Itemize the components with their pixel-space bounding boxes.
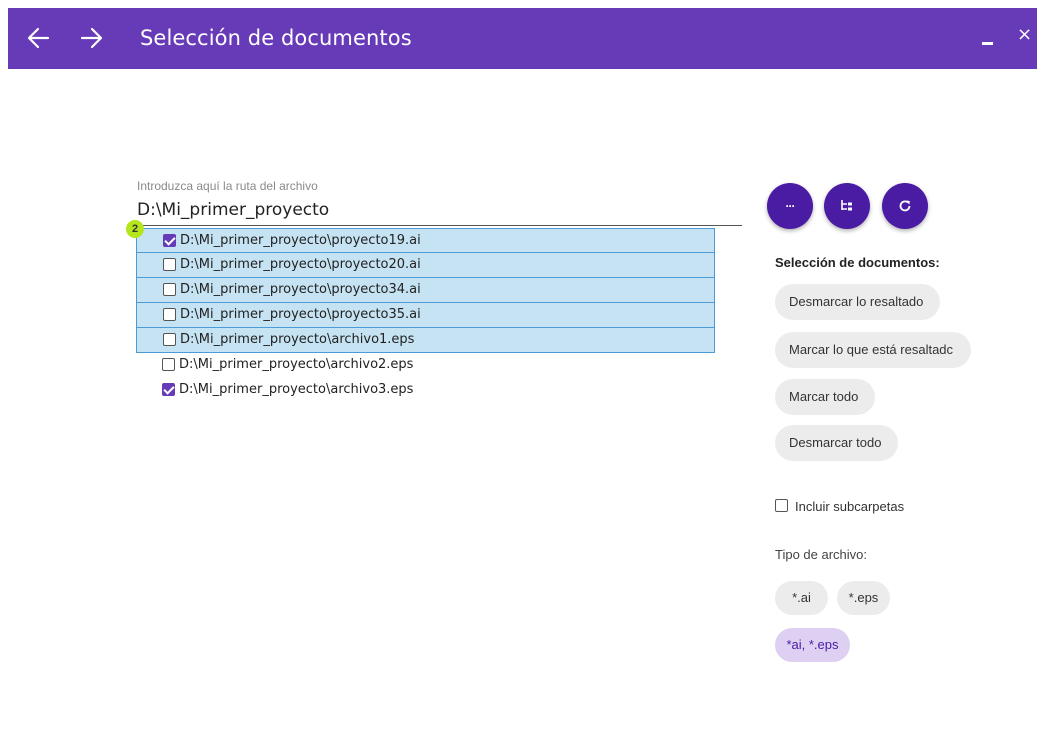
refresh-icon — [899, 200, 911, 212]
minimize-button[interactable] — [980, 28, 996, 50]
subfolders-checkbox-box[interactable] — [775, 499, 788, 512]
close-button[interactable]: × — [1017, 24, 1037, 50]
path-field-label: Introduzca aquí la ruta del archivo — [137, 179, 318, 193]
file-checkbox[interactable] — [162, 358, 175, 371]
arrow-left-icon — [27, 27, 50, 49]
file-type-eps-chip[interactable]: *.eps — [837, 581, 890, 615]
include-subfolders-label: Incluir subcarpetas — [795, 499, 905, 514]
file-row[interactable]: D:\Mi_primer_proyecto\archivo1.eps — [136, 328, 715, 353]
file-checkbox[interactable] — [163, 333, 176, 346]
mark-highlighted-button[interactable]: Marcar lo que está resaltadc — [775, 332, 971, 368]
unmark-all-button[interactable]: Desmarcar todo — [775, 425, 898, 461]
file-name: D:\Mi_primer_proyecto\proyecto35.ai — [180, 307, 421, 322]
file-name: D:\Mi_primer_proyecto\proyecto19.ai — [180, 233, 421, 248]
file-row[interactable]: D:\Mi_primer_proyecto\proyecto34.ai — [136, 278, 715, 303]
file-row[interactable]: D:\Mi_primer_proyecto\proyecto35.ai — [136, 303, 715, 328]
file-name: D:\Mi_primer_proyecto\archivo2.eps — [179, 357, 414, 372]
unmark-highlighted-button[interactable]: Desmarcar lo resaltado — [775, 284, 940, 320]
folder-tree-icon — [841, 200, 852, 211]
window-top-margin — [0, 0, 1037, 8]
file-checkbox[interactable] — [163, 308, 176, 321]
file-row[interactable]: D:\Mi_primer_proyecto\proyecto19.ai — [136, 228, 715, 253]
file-name: D:\Mi_primer_proyecto\archivo3.eps — [179, 382, 414, 397]
file-name: D:\Mi_primer_proyecto\proyecto34.ai — [180, 282, 421, 297]
file-row[interactable]: D:\Mi_primer_proyecto\archivo3.eps — [136, 378, 715, 403]
forward-button[interactable] — [72, 20, 112, 56]
refresh-button[interactable] — [882, 183, 928, 229]
file-checkbox[interactable] — [163, 234, 176, 247]
file-type-label: Tipo de archivo: — [775, 547, 868, 562]
file-checkbox[interactable] — [163, 283, 176, 296]
file-checkbox[interactable] — [162, 383, 175, 396]
title-bar: Selección de documentos × — [8, 8, 1037, 69]
file-type-both-chip[interactable]: *ai, *.eps — [775, 628, 850, 662]
count-badge: 2 — [126, 220, 144, 238]
file-list: D:\Mi_primer_proyecto\proyecto19.ai D:\Mi… — [136, 228, 715, 403]
selection-section-title: Selección de documentos: — [775, 255, 940, 270]
file-type-ai-chip[interactable]: *.ai — [775, 581, 828, 615]
browse-button[interactable]: ··· — [767, 183, 813, 229]
file-row[interactable]: D:\Mi_primer_proyecto\proyecto20.ai — [136, 253, 715, 278]
file-name: D:\Mi_primer_proyecto\archivo1.eps — [180, 332, 415, 347]
window-title: Selección de documentos — [140, 26, 412, 50]
arrow-right-icon — [80, 27, 103, 49]
file-checkbox[interactable] — [163, 258, 176, 271]
mark-all-button[interactable]: Marcar todo — [775, 379, 875, 415]
folder-tree-button[interactable] — [824, 183, 870, 229]
file-name: D:\Mi_primer_proyecto\proyecto20.ai — [180, 257, 421, 272]
more-horizontal-icon: ··· — [785, 199, 796, 213]
path-input[interactable] — [137, 195, 742, 226]
file-row[interactable]: D:\Mi_primer_proyecto\archivo2.eps — [136, 353, 715, 378]
back-button[interactable] — [18, 20, 58, 56]
